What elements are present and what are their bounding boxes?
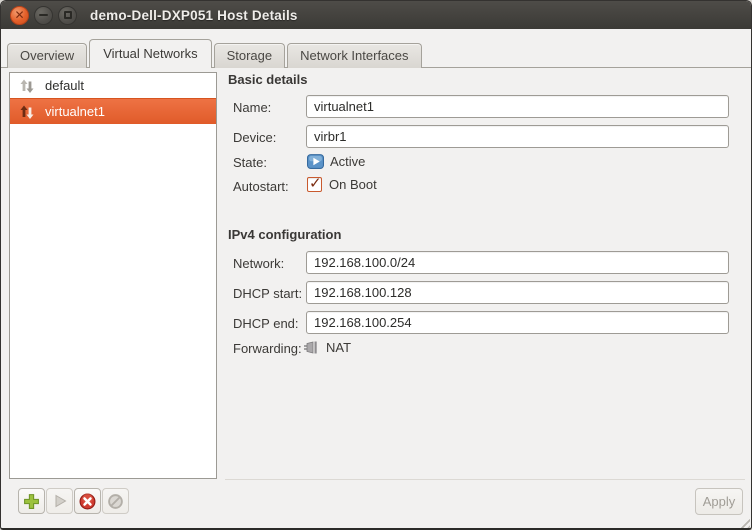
minimize-button[interactable] — [34, 6, 53, 25]
maximize-icon — [64, 11, 72, 19]
dhcp-end-input[interactable] — [306, 311, 729, 334]
tab-storage[interactable]: Storage — [214, 43, 286, 68]
tab-bar: Overview Virtual Networks Storage Networ… — [7, 37, 424, 68]
name-label: Name: — [233, 100, 271, 115]
network-label: Network: — [233, 256, 284, 271]
delete-network-button[interactable] — [102, 488, 129, 514]
network-name: virtualnet1 — [45, 104, 105, 119]
state-value-row: Active — [307, 153, 365, 170]
stop-x-icon — [79, 493, 96, 510]
forwarding-row: NAT — [304, 339, 351, 355]
minimize-icon — [39, 14, 48, 16]
network-name: default — [45, 78, 84, 93]
maximize-button[interactable] — [58, 6, 77, 25]
device-label: Device: — [233, 130, 276, 145]
list-item-default[interactable]: default — [10, 73, 216, 98]
forwarding-label: Forwarding: — [233, 341, 302, 356]
ban-icon — [107, 493, 124, 510]
start-network-button[interactable] — [46, 488, 73, 514]
play-icon — [52, 493, 68, 509]
autostart-row: ✓ On Boot — [307, 177, 377, 192]
state-value: Active — [330, 154, 365, 169]
basic-details-heading: Basic details — [228, 72, 308, 87]
device-input[interactable] — [306, 125, 729, 148]
resize-grip[interactable] — [737, 515, 750, 528]
state-running-icon — [307, 153, 324, 170]
state-label: State: — [233, 155, 267, 170]
plus-icon — [23, 493, 40, 510]
list-item-virtualnet1[interactable]: virtualnet1 — [10, 98, 216, 124]
ipv4-heading: IPv4 configuration — [228, 227, 341, 242]
titlebar[interactable]: ✕ demo-Dell-DXP051 Host Details — [1, 1, 751, 29]
bottom-separator — [225, 479, 745, 480]
tab-overview[interactable]: Overview — [7, 43, 87, 68]
nat-plug-icon — [304, 339, 320, 355]
network-toolbar — [18, 488, 129, 514]
dhcp-start-label: DHCP start: — [233, 286, 302, 301]
autostart-checkbox[interactable]: ✓ — [307, 177, 322, 192]
add-network-button[interactable] — [18, 488, 45, 514]
network-arrows-icon — [19, 104, 35, 120]
tab-virtual-networks[interactable]: Virtual Networks — [89, 39, 211, 68]
host-details-window: ✕ demo-Dell-DXP051 Host Details Overview… — [0, 0, 752, 530]
network-input[interactable] — [306, 251, 729, 274]
autostart-value: On Boot — [329, 177, 377, 192]
name-input[interactable] — [306, 95, 729, 118]
autostart-label: Autostart: — [233, 179, 289, 194]
apply-button[interactable]: Apply — [695, 488, 743, 515]
close-button[interactable]: ✕ — [10, 6, 29, 25]
window-title: demo-Dell-DXP051 Host Details — [90, 8, 298, 23]
stop-network-button[interactable] — [74, 488, 101, 514]
dhcp-end-label: DHCP end: — [233, 316, 299, 331]
forwarding-value: NAT — [326, 340, 351, 355]
network-list: default virtualnet1 — [9, 72, 217, 479]
network-arrows-icon — [19, 78, 35, 94]
tab-network-interfaces[interactable]: Network Interfaces — [287, 43, 421, 68]
checkmark-icon: ✓ — [309, 174, 322, 192]
dhcp-start-input[interactable] — [306, 281, 729, 304]
